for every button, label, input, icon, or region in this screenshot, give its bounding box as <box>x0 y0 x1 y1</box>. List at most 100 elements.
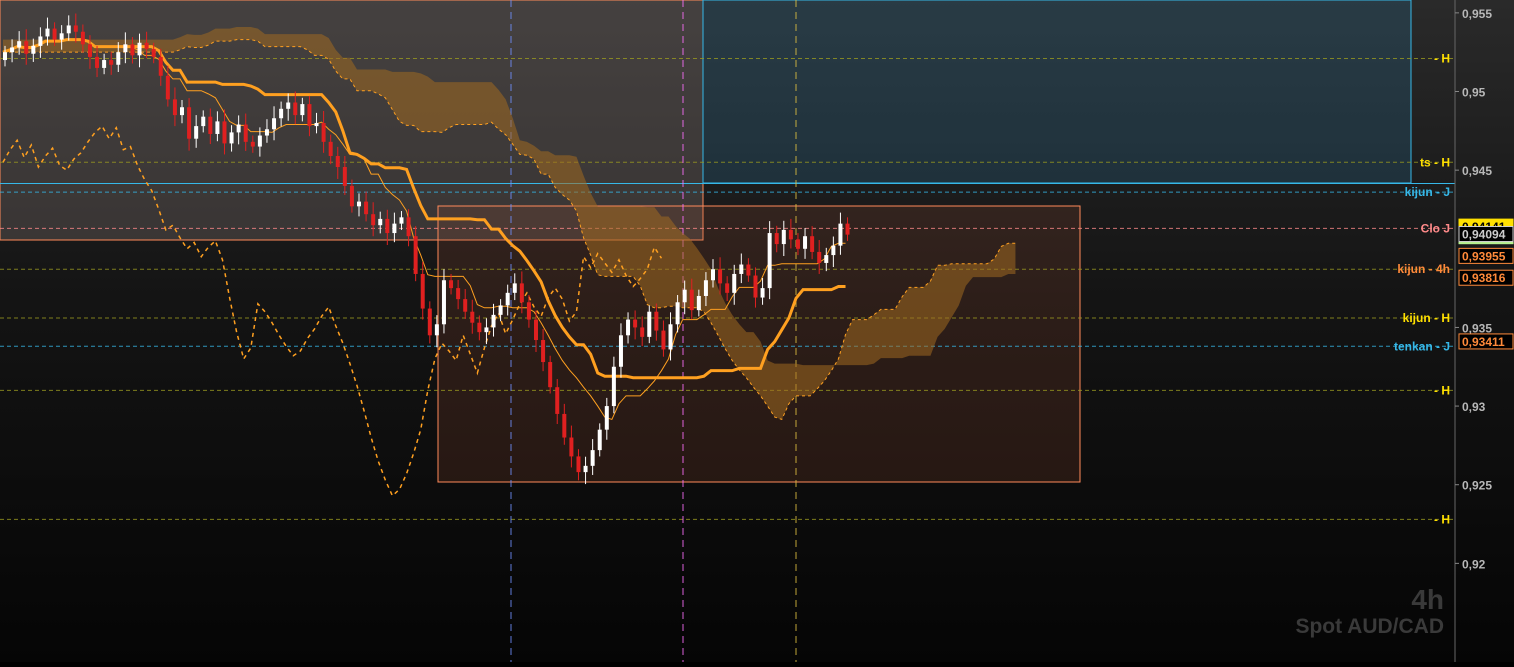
candle-body-8 <box>59 33 64 40</box>
candle-body-66 <box>470 311 475 323</box>
level-label-1: ts - H <box>1420 155 1450 169</box>
candle-body-24 <box>172 99 177 116</box>
candle-body-15 <box>109 60 114 65</box>
instrument-watermark: Spot AUD/CAD <box>1295 615 1444 638</box>
candle-body-88 <box>626 319 631 336</box>
candle-body-76 <box>541 340 546 363</box>
candle-body-79 <box>562 413 567 438</box>
candle-body-67 <box>477 322 482 333</box>
y-tick-label-6: 0,92 <box>1462 557 1486 571</box>
candle-body-44 <box>314 122 319 127</box>
candle-body-20 <box>144 42 149 50</box>
candle-body-55 <box>392 223 397 234</box>
candle-body-12 <box>87 44 92 57</box>
candle-body-6 <box>45 28 50 37</box>
candle-body-95 <box>675 302 680 325</box>
candle-body-90 <box>640 327 645 337</box>
candle-body-110 <box>781 229 786 245</box>
candle-body-98 <box>696 295 701 311</box>
candle-body-78 <box>555 387 560 414</box>
candle-body-7 <box>52 28 57 40</box>
candle-body-81 <box>576 456 581 473</box>
candle-body-13 <box>95 56 100 68</box>
candle-body-21 <box>151 49 156 57</box>
candle-body-36 <box>257 135 262 147</box>
candle-body-65 <box>463 299 468 312</box>
candle-body-105 <box>746 264 751 276</box>
candle-body-28 <box>201 116 206 127</box>
candle-body-117 <box>831 245 836 256</box>
candle-body-92 <box>654 311 659 331</box>
candle-body-82 <box>583 465 588 473</box>
candle-body-32 <box>229 132 234 144</box>
candle-body-64 <box>456 288 461 300</box>
candle-body-34 <box>243 124 248 142</box>
price-tag-text-3: 0,93955 <box>1462 249 1506 263</box>
y-tick-label-1: 0,95 <box>1462 86 1486 100</box>
y-tick-label-2: 0,945 <box>1462 164 1492 178</box>
kijun-day-line <box>0 183 1455 184</box>
candle-body-112 <box>795 239 800 249</box>
candle-body-61 <box>434 324 439 336</box>
timeframe-watermark: 4h <box>1411 584 1444 615</box>
candle-body-11 <box>80 31 85 45</box>
candle-body-96 <box>682 289 687 303</box>
candle-body-89 <box>633 319 638 328</box>
y-tick-label-3: 0,935 <box>1462 321 1492 335</box>
candle-body-26 <box>187 107 192 139</box>
candle-body-97 <box>689 289 694 311</box>
candle-body-2 <box>17 41 22 48</box>
candle-body-54 <box>385 218 390 234</box>
candle-body-114 <box>810 236 815 252</box>
candle-body-104 <box>739 264 744 274</box>
candle-body-39 <box>279 108 284 119</box>
candle-body-35 <box>250 141 255 147</box>
candle-body-48 <box>342 167 347 186</box>
ichimoku-chart[interactable]: - H ts - H kijun - J Clo J kijun - 4h kijun -… <box>0 0 1514 662</box>
price-tag-text-4: 0,93816 <box>1462 271 1506 285</box>
candle-body-10 <box>73 25 78 32</box>
y-tick-label-4: 0,93 <box>1462 400 1486 414</box>
chart-area[interactable]: - H ts - H kijun - J Clo J kijun - 4h kijun -… <box>0 0 1514 662</box>
candle-body-93 <box>661 330 666 350</box>
candle-body-102 <box>725 283 730 293</box>
zone-box-top-right <box>702 0 1412 184</box>
candle-body-99 <box>703 280 708 296</box>
candle-body-109 <box>774 233 779 245</box>
level-label-8: - H <box>1434 512 1450 526</box>
candle-body-74 <box>526 302 531 320</box>
y-tick-label-0: 0,955 <box>1462 7 1492 21</box>
candle-body-52 <box>371 214 376 226</box>
candle-body-38 <box>272 118 277 130</box>
candle-body-100 <box>711 269 715 281</box>
candle-body-41 <box>293 102 298 116</box>
candle-body-116 <box>824 255 829 263</box>
candle-body-87 <box>618 335 623 367</box>
candle-body-3 <box>24 41 29 54</box>
candle-body-83 <box>590 450 595 466</box>
candle-body-45 <box>321 122 326 142</box>
candle-body-14 <box>102 60 107 68</box>
candle-body-0 <box>3 52 7 61</box>
candle-body-29 <box>208 116 213 134</box>
candle-body-84 <box>597 429 602 451</box>
candle-body-59 <box>420 273 425 309</box>
candle-body-30 <box>215 121 220 134</box>
candle-body-43 <box>307 104 312 127</box>
candle-body-69 <box>491 314 496 328</box>
candle-body-17 <box>123 44 128 53</box>
candle-body-73 <box>519 283 524 303</box>
level-label-4: kijun - 4h <box>1397 262 1450 276</box>
candle-body-49 <box>349 185 354 207</box>
level-label-6: tenkan - J <box>1394 339 1450 353</box>
candle-body-115 <box>817 251 822 263</box>
level-label-0: - H <box>1434 51 1450 65</box>
candle-body-62 <box>441 280 446 325</box>
candle-body-103 <box>732 273 737 293</box>
candle-body-18 <box>130 44 135 56</box>
candle-body-50 <box>357 201 361 207</box>
candle-body-108 <box>767 233 772 289</box>
candle-body-106 <box>753 275 758 298</box>
candle-body-16 <box>116 52 121 65</box>
candle-body-4 <box>31 45 36 54</box>
